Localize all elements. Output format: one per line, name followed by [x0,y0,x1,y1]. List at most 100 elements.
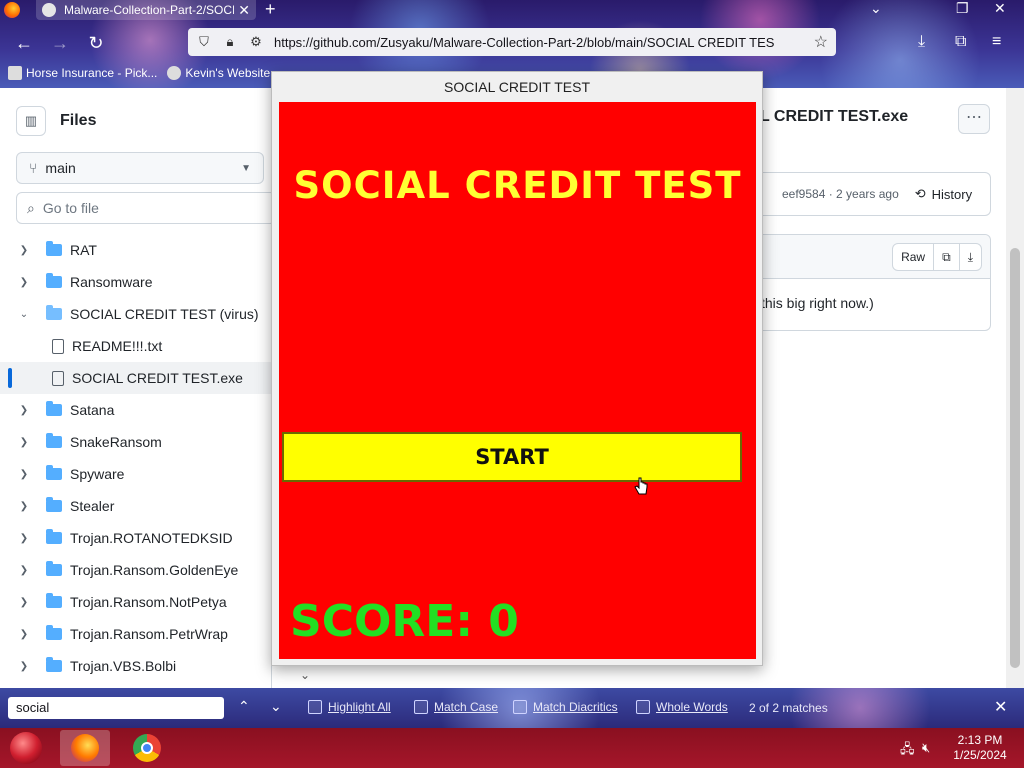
history-icon: ⟲ [914,186,926,201]
bookmark-star-icon[interactable]: ☆ [814,32,828,52]
globe-icon [167,66,182,80]
bookmark-favicon-icon [8,66,22,80]
find-previous-icon[interactable]: ⌃ [238,698,250,715]
restore-window-icon[interactable]: ❐ [956,0,969,17]
chevron-right-icon[interactable]: ❯ [16,597,32,608]
forward-arrow-icon[interactable]: → [50,33,70,54]
github-favicon-icon [42,3,56,17]
more-options-button[interactable]: ⋯ [958,104,990,134]
chevron-right-icon[interactable]: ❯ [16,533,32,544]
scrollbar-thumb[interactable] [1010,248,1020,668]
raw-button[interactable]: Raw [893,244,933,270]
permissions-icon[interactable]: ⚙ [248,34,264,50]
tree-item-folder[interactable]: ❯ Trojan.ROTANOTEDKSID [0,522,272,554]
taskbar-chrome[interactable] [122,730,172,766]
match-case-checkbox[interactable]: Match Case [414,700,498,714]
tree-item-folder[interactable]: ❯ Trojan.VBS.Bolbi [0,650,272,682]
bookmark-item[interactable]: Kevin's Website [167,64,270,82]
history-button[interactable]: ⟲ History [915,186,972,202]
start-button[interactable] [10,732,42,764]
start-button[interactable]: START [282,432,742,482]
close-window-icon[interactable]: ✕ [994,0,1006,17]
address-bar[interactable]: ⛉ 🔒︎ ⚙ https://github.com/Zusyaku/Malwar… [188,28,836,56]
branch-icon: ⑂ [29,160,38,176]
tree-item-folder[interactable]: ❯ Trojan.Ransom.NotPetya [0,586,272,618]
history-label: History [931,186,973,202]
chevron-right-icon[interactable]: ❯ [16,501,32,512]
chevron-down-icon[interactable]: ⌄ [16,309,32,320]
download-icon[interactable]: ⤓ [958,244,981,270]
files-title: Files [60,112,97,129]
tree-item-folder-expanded[interactable]: ⌄ SOCIAL CREDIT TEST (virus) [0,298,272,330]
close-find-bar-icon[interactable]: ✕ [994,697,1007,717]
chevron-right-icon[interactable]: ❯ [16,277,32,288]
shield-icon[interactable]: ⛉ [196,34,212,50]
game-canvas: SOCIAL CREDIT TEST START SCORE: 0 [279,102,756,659]
network-icon[interactable]: 🖧︎ [900,740,915,762]
folder-icon [46,465,62,480]
tab-close-icon[interactable]: ✕ [238,2,250,19]
tree-item-folder[interactable]: ❯ Stealer [0,490,272,522]
chevron-right-icon[interactable]: ❯ [16,661,32,672]
url-text[interactable]: https://github.com/Zusyaku/Malware-Colle… [274,35,814,50]
copy-icon[interactable]: ⧉ [933,244,959,270]
firefox-icon [71,734,99,762]
folder-icon [46,273,62,288]
score-display: SCORE: 0 [290,596,519,647]
tree-item-folder[interactable]: ❯ Satana [0,394,272,426]
go-to-file-placeholder: Go to file [42,200,99,216]
new-tab-icon[interactable]: + [265,0,276,18]
whole-words-checkbox[interactable]: Whole Words [636,700,728,714]
browser-tab[interactable]: Malware-Collection-Part-2/SOCI ✕ [36,0,256,20]
tree-item-folder[interactable]: ❯ RAT [0,234,272,266]
back-arrow-icon[interactable]: ← [14,33,34,54]
bookmarks-toolbar: Horse Insurance - Pick... Kevin's Websit… [8,64,270,82]
downloads-icon[interactable]: ⤓ [918,33,925,51]
taskbar: 🖧︎ 🔇︎ 2:13 PM 1/25/2024 [0,728,1024,768]
file-message: this big right now.) [761,295,874,311]
file-tree: ❯ RAT ❯ Ransomware ⌄ SOCIAL CREDIT TEST (vi… [0,234,272,682]
game-title: SOCIAL CREDIT TEST [293,164,742,207]
find-next-icon[interactable]: ⌄ [270,698,282,715]
reload-icon[interactable]: ↻ [86,33,106,54]
app-menu-icon[interactable]: ≡ [992,33,1001,51]
highlight-all-checkbox[interactable]: Highlight All [308,700,391,714]
extensions-icon[interactable]: ⧉ [955,33,966,51]
tree-item-file[interactable]: README!!!.txt [0,330,272,362]
page-scrollbar[interactable] [1006,88,1024,688]
scroll-down-arrow-icon[interactable]: ⌄ [300,668,310,682]
chevron-right-icon[interactable]: ❯ [16,565,32,576]
tree-item-folder[interactable]: ❯ Trojan.Ransom.PetrWrap [0,618,272,650]
find-input[interactable]: social [8,697,224,719]
search-icon: ⌕ [27,199,35,216]
firefox-menu-icon[interactable] [4,2,20,18]
lock-icon[interactable]: 🔒︎ [222,34,238,50]
taskbar-firefox[interactable] [60,730,110,766]
bookmark-item[interactable]: Horse Insurance - Pick... [8,64,157,82]
file-viewer-header: Raw ⧉ ⤓ [740,235,990,279]
checkbox-icon [636,700,650,714]
volume-muted-icon[interactable]: 🔇︎ [922,740,930,756]
tree-item-folder[interactable]: ❯ SnakeRansom [0,426,272,458]
file-icon [52,370,64,386]
chevron-right-icon[interactable]: ❯ [16,245,32,256]
chevron-right-icon[interactable]: ❯ [16,469,32,480]
chevron-right-icon[interactable]: ❯ [16,437,32,448]
tab-list-chevron-icon[interactable]: ⌄ [870,0,882,17]
go-to-file-input[interactable]: ⌕ Go to file [16,192,276,224]
tree-item-folder[interactable]: ❯ Trojan.Ransom.GoldenEye [0,554,272,586]
system-clock[interactable]: 2:13 PM 1/25/2024 [944,733,1016,763]
checkbox-icon [308,700,322,714]
tree-item-folder[interactable]: ❯ Spyware [0,458,272,490]
folder-icon [46,241,62,256]
tree-item-folder[interactable]: ❯ Ransomware [0,266,272,298]
chevron-right-icon[interactable]: ❯ [16,629,32,640]
tree-item-file-active[interactable]: SOCIAL CREDIT TEST.exe [0,362,272,394]
chevron-right-icon[interactable]: ❯ [16,405,32,416]
match-diacritics-checkbox[interactable]: Match Diacritics [513,700,618,714]
commit-info[interactable]: eef9584 · 2 years ago [782,187,899,201]
branch-selector[interactable]: ⑂ main ▼ [16,152,264,184]
latest-commit-bar: eef9584 · 2 years ago ⟲ History [740,172,991,216]
folder-icon [46,433,62,448]
collapse-sidebar-icon[interactable]: ▥ [16,106,46,136]
